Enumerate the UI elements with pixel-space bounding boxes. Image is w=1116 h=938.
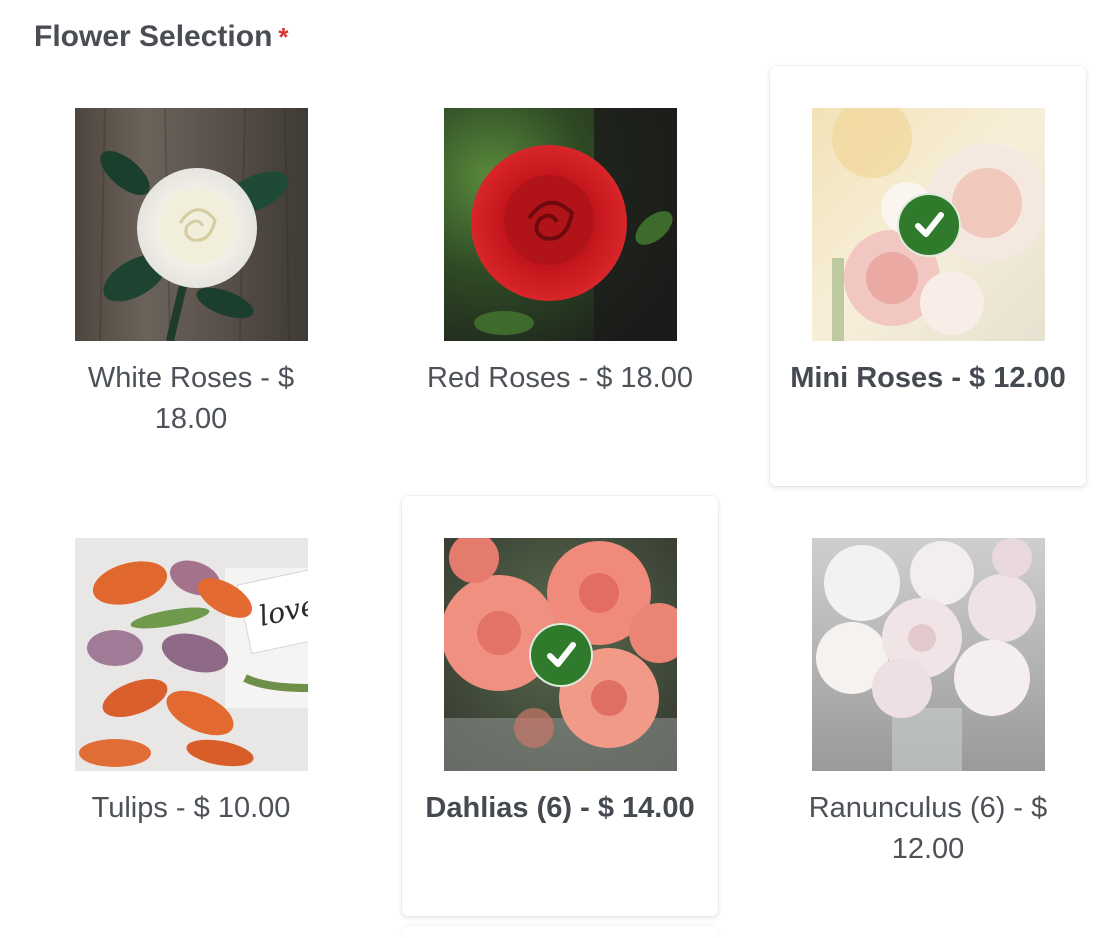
choice-label: Dahlias (6) - $ 14.00: [425, 792, 695, 824]
choice-label: Red Roses - $ 18.00: [427, 362, 693, 394]
red-rose-image: [444, 108, 677, 341]
choice-label: White Roses - $ 18.00: [87, 362, 295, 435]
checkmark-icon: [529, 623, 593, 687]
field-label-text: Flower Selection: [34, 20, 273, 53]
choice-label: Mini Roses - $ 12.00: [790, 362, 1066, 394]
next-row-card-edge: [402, 926, 718, 938]
choice-label: Ranunculus (6) - $ 12.00: [808, 792, 1048, 865]
mini-roses-image: [812, 108, 1045, 341]
dahlias-image: [444, 538, 677, 771]
choice-tulips[interactable]: love. Tulips - $ 10.00: [33, 496, 349, 916]
required-indicator: *: [278, 22, 289, 52]
field-label: Flower Selection *: [34, 18, 289, 56]
choice-mini-roses[interactable]: Mini Roses - $ 12.00: [770, 66, 1086, 486]
ranunculus-image: [812, 538, 1045, 771]
choice-ranunculus[interactable]: Ranunculus (6) - $ 12.00: [770, 496, 1086, 916]
choice-white-roses[interactable]: White Roses - $ 18.00: [33, 66, 349, 486]
choice-dahlias[interactable]: Dahlias (6) - $ 14.00: [402, 496, 718, 916]
choice-red-roses[interactable]: Red Roses - $ 18.00: [402, 66, 718, 486]
checkmark-icon: [897, 193, 961, 257]
tulips-image: love.: [75, 538, 308, 771]
choice-label: Tulips - $ 10.00: [91, 792, 291, 824]
white-rose-image: [75, 108, 308, 341]
